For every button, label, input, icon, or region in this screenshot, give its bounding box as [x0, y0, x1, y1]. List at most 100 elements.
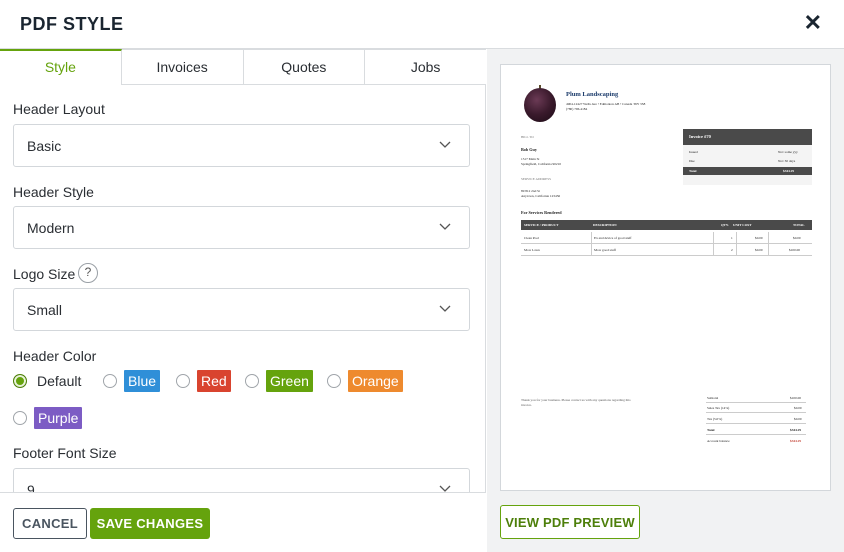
col-description: DESCRIPTION	[593, 223, 617, 227]
color-label-blue: Blue	[124, 370, 161, 392]
table-row: Mow Lawn Mow good stuff 2 $0.00 $100.00	[521, 244, 812, 256]
service-address-1: 89 812 2nd St	[521, 189, 540, 193]
dialog-title: PDF STYLE	[20, 14, 124, 34]
header-layout-select[interactable]: Basic	[13, 124, 470, 167]
header-layout-label: Header Layout	[13, 101, 105, 117]
service-address-2: Anytown, California 123456	[521, 194, 561, 198]
summary-label: Tax (5.0%)	[707, 417, 723, 421]
chevron-down-icon	[439, 223, 451, 230]
company-address: 4904-12427 Wells Ave • Edmonton AB • Can…	[566, 102, 646, 106]
color-option-red[interactable]: Red	[176, 369, 231, 393]
due-label: Due	[689, 159, 695, 163]
summary-label: Account balance	[707, 439, 730, 443]
issued-value: Nov some yyy	[778, 150, 798, 154]
row-total: $100.00	[789, 248, 801, 252]
summary-row: Sales Tax (14%) $0.00	[706, 403, 806, 413]
chevron-down-icon	[439, 141, 451, 148]
color-label-purple: Purple	[34, 407, 83, 429]
tab-quotes[interactable]: Quotes	[243, 49, 366, 85]
form-actions: CANCEL SAVE CHANGES	[0, 492, 486, 552]
logo-size-value: Small	[27, 302, 63, 318]
col-total: TOTAL	[793, 223, 805, 227]
color-label-green: Green	[266, 370, 313, 392]
view-pdf-preview-button[interactable]: VIEW PDF PREVIEW	[500, 505, 640, 539]
company-name: Plum Landscaping	[566, 91, 619, 98]
chevron-down-icon	[439, 485, 451, 492]
row-unit-cost: $0.00	[755, 248, 763, 252]
header-color-label: Header Color	[13, 348, 97, 364]
summary-label: Total	[707, 428, 715, 432]
due-value: Nov 30 days	[778, 159, 796, 163]
tab-jobs[interactable]: Jobs	[365, 49, 486, 85]
line-items-header: SERVICE / PRODUCT DESCRIPTION QTY. UNIT …	[521, 220, 812, 230]
invoice-summary-box: Invoice #70 Issued Nov some yyy Due Nov …	[683, 129, 812, 185]
color-label-default: Default	[37, 373, 82, 389]
header-style-label: Header Style	[13, 184, 94, 200]
cancel-button[interactable]: CANCEL	[13, 508, 87, 539]
help-icon[interactable]: ?	[78, 263, 98, 283]
logo-size-select[interactable]: Small	[13, 288, 470, 331]
header-layout-value: Basic	[27, 138, 62, 154]
summary-value: $0.00	[794, 417, 802, 421]
col-service: SERVICE / PRODUCT	[524, 223, 559, 227]
radio-default[interactable]	[13, 374, 27, 388]
invoice-total-bar: Total $344.29	[683, 167, 812, 175]
radio-red[interactable]	[176, 374, 190, 388]
dialog-header: PDF STYLE ✕	[0, 0, 844, 49]
pdf-preview: Plum Landscaping 4904-12427 Wells Ave • …	[500, 64, 831, 491]
save-changes-button[interactable]: SAVE CHANGES	[90, 508, 210, 539]
summary-row: Tax (5.0%) $0.00	[706, 414, 806, 424]
client-address-2: Springfield, California 90210	[521, 162, 562, 166]
total-value: $344.29	[783, 169, 795, 173]
settings-panel: Style Invoices Quotes Jobs Header Layout…	[0, 49, 486, 552]
table-row: Clean Pool Ex and device of good stuff 1…	[521, 232, 812, 244]
company-logo	[524, 88, 556, 122]
row-qty: 1	[731, 236, 733, 240]
color-option-orange[interactable]: Orange	[327, 369, 403, 393]
color-option-default[interactable]: Default	[13, 369, 81, 393]
style-form: Header Layout Basic Header Style Modern …	[13, 85, 471, 492]
services-title: For Services Rendered	[521, 210, 562, 215]
summary-label: Sales Tax (14%)	[707, 406, 730, 410]
color-option-green[interactable]: Green	[245, 369, 313, 393]
row-description: Mow good stuff	[594, 248, 616, 252]
chevron-down-icon	[439, 305, 451, 312]
col-qty: QTY.	[721, 223, 729, 227]
color-option-blue[interactable]: Blue	[103, 369, 161, 393]
client-address-1: 1517 Main St	[521, 157, 540, 161]
footer-font-size-value: 9	[27, 482, 35, 492]
summary-row: Subtotal $100.00	[706, 393, 806, 403]
summary-value: $100.00	[790, 396, 802, 400]
row-service: Mow Lawn	[524, 248, 540, 252]
color-option-purple[interactable]: Purple	[13, 406, 83, 430]
issued-label: Issued	[689, 150, 698, 154]
service-address-label: SERVICE ADDRESS	[521, 177, 551, 181]
radio-orange[interactable]	[327, 374, 341, 388]
logo-size-label: Logo Size	[13, 266, 76, 282]
row-service: Clean Pool	[524, 236, 539, 240]
summary-value: $0.00	[794, 406, 802, 410]
col-unit-cost: UNIT COST	[733, 223, 752, 227]
bill-to-label: BILL TO	[521, 135, 534, 139]
summary-row: Account balance $344.29	[706, 436, 806, 446]
row-total: $0.00	[793, 236, 801, 240]
radio-blue[interactable]	[103, 374, 117, 388]
row-unit-cost: $0.00	[755, 236, 763, 240]
color-label-red: Red	[197, 370, 231, 392]
close-icon[interactable]: ✕	[804, 12, 822, 34]
preview-panel: Plum Landscaping 4904-12427 Wells Ave • …	[487, 49, 844, 552]
summary-value: $344.29	[790, 439, 802, 443]
footer-note: Thank you for your business. Please cont…	[521, 398, 631, 407]
footer-font-size-select[interactable]: 9	[13, 468, 470, 492]
summary-label: Subtotal	[707, 396, 719, 400]
invoice-title: Invoice #70	[683, 129, 812, 145]
tab-style[interactable]: Style	[0, 49, 122, 85]
row-description: Ex and device of good stuff	[594, 236, 632, 240]
header-style-select[interactable]: Modern	[13, 206, 470, 249]
company-phone: (780) 796-4184	[566, 107, 588, 111]
radio-purple[interactable]	[13, 411, 27, 425]
row-qty: 2	[731, 248, 733, 252]
radio-green[interactable]	[245, 374, 259, 388]
tab-invoices[interactable]: Invoices	[121, 49, 244, 85]
tab-bar: Style Invoices Quotes Jobs	[0, 49, 486, 85]
